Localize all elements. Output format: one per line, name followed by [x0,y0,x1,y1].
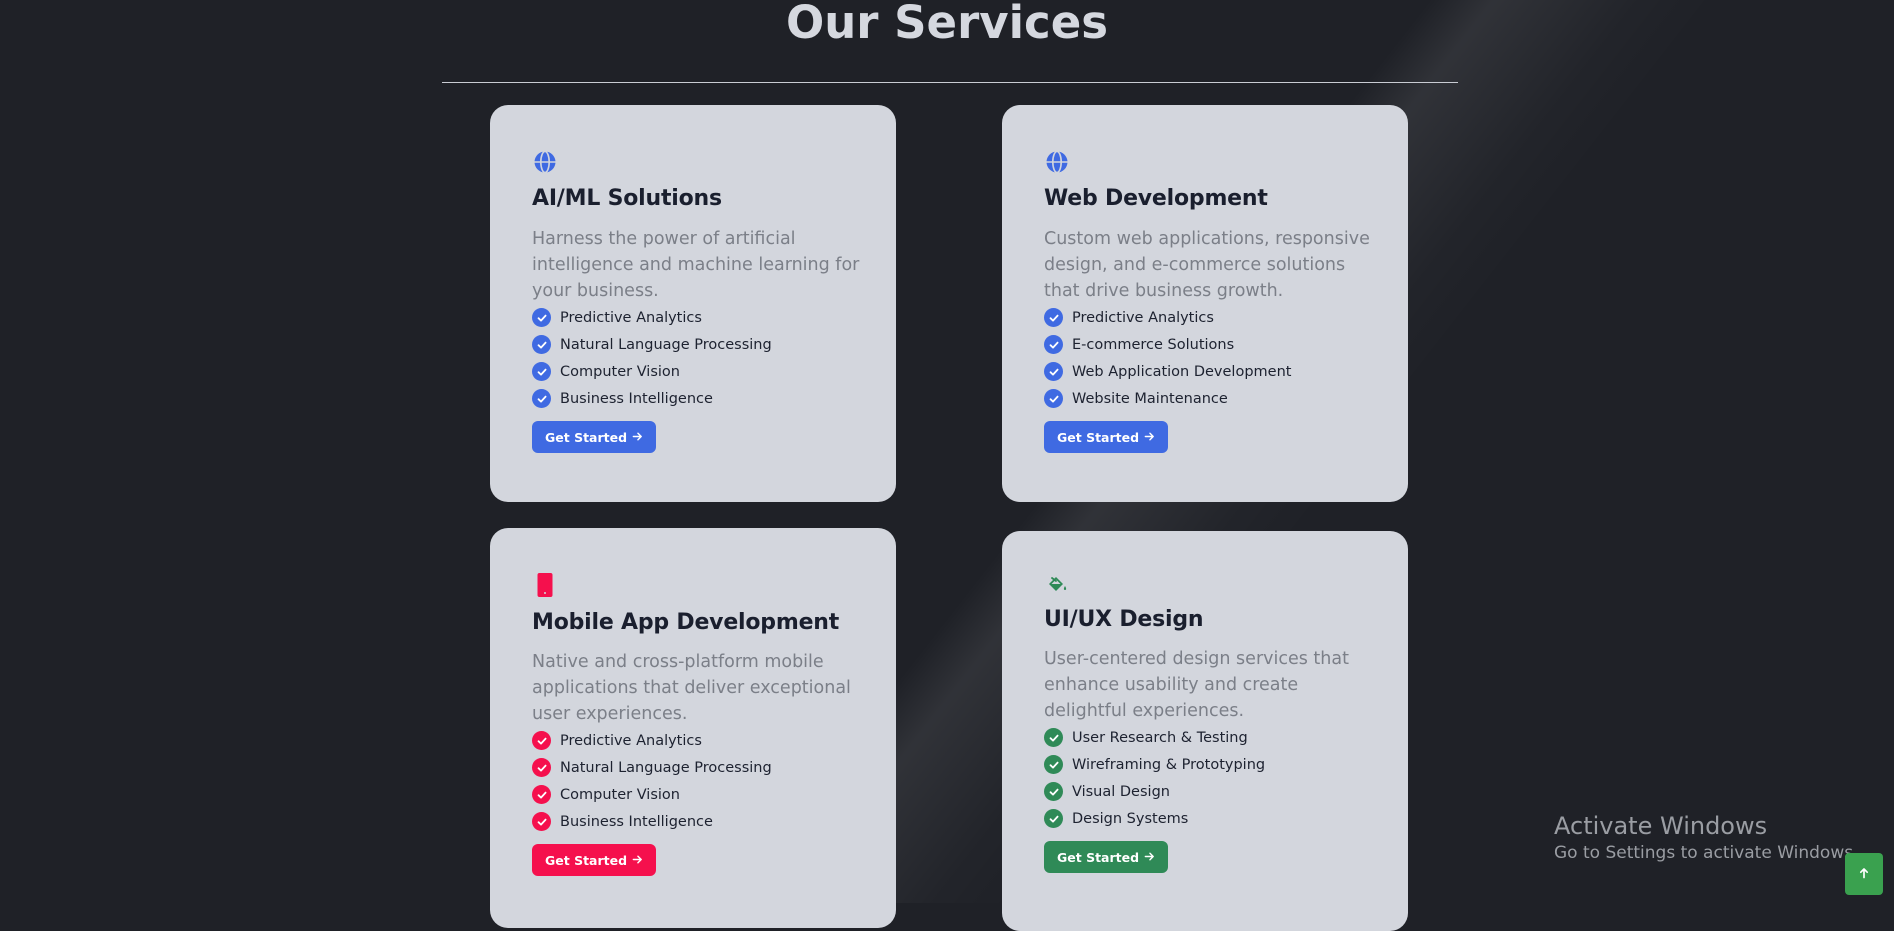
check-circle-icon [1044,308,1063,327]
list-item: Website Maintenance [1044,385,1291,412]
check-circle-icon [532,731,551,750]
card-title: AI/ML Solutions [532,186,722,211]
card-description: User-centered design services that enhan… [1044,649,1349,721]
check-circle-icon [1044,335,1063,354]
card-description: Harness the power of artificial intellig… [532,229,860,301]
check-circle-icon [1044,389,1063,408]
watermark-title: Activate Windows [1554,812,1768,840]
check-circle-icon [532,308,551,327]
arrow-right-icon [1144,850,1155,865]
list-item: Computer Vision [532,358,772,385]
list-item: Web Application Development [1044,358,1291,385]
button-label: Get Started [545,429,628,445]
title-divider [442,82,1458,83]
card-description: Native and cross-platform mobile applica… [532,652,851,724]
service-card-ai-ml: AI/ML Solutions Harness the power of art… [490,105,896,502]
feature-list: User Research & Testing Wireframing & Pr… [1044,724,1265,832]
card-title: Mobile App Development [532,610,840,635]
get-started-button[interactable]: Get Started [532,844,657,876]
feature-label: User Research & Testing [1072,729,1248,746]
get-started-button[interactable]: Get Started [532,421,657,453]
list-item: Computer Vision [532,781,772,808]
list-item: Design Systems [1044,805,1265,832]
mobile-phone-icon [532,572,558,598]
check-circle-icon [1044,782,1063,801]
check-circle-icon [1044,362,1063,381]
card-description: Custom web applications, responsive desi… [1044,229,1370,301]
list-item: Wireframing & Prototyping [1044,751,1265,778]
feature-label: Predictive Analytics [560,732,702,749]
service-card-web-development: Web Development Custom web applications,… [1002,105,1408,502]
section-title: Our Services [785,0,1108,49]
feature-label: Computer Vision [560,363,680,380]
service-card-ui-ux-design: UI/UX Design User-centered design servic… [1002,531,1408,931]
feature-label: Business Intelligence [560,390,713,407]
list-item: Predictive Analytics [532,727,772,754]
check-circle-icon [532,335,551,354]
list-item: Predictive Analytics [1044,304,1291,331]
service-card-mobile-app-development: Mobile App Development Native and cross-… [490,528,896,928]
check-circle-icon [532,362,551,381]
check-circle-icon [1044,809,1063,828]
feature-label: Wireframing & Prototyping [1072,756,1266,773]
feature-list: Predictive Analytics E-commerce Solution… [1044,304,1291,412]
background-diagonal-stripe [0,0,1894,903]
get-started-button[interactable]: Get Started [1044,421,1169,453]
feature-list: Predictive Analytics Natural Language Pr… [532,304,772,412]
check-circle-icon [1044,728,1063,747]
paint-bucket-icon [1044,573,1070,599]
list-item: Business Intelligence [532,385,772,412]
check-circle-icon [1044,755,1063,774]
button-label: Get Started [1057,849,1140,865]
scroll-to-top-button[interactable] [1845,853,1883,895]
feature-label: Predictive Analytics [1072,309,1214,326]
list-item: Natural Language Processing [532,754,772,781]
arrow-up-icon [1858,867,1870,882]
check-circle-icon [532,812,551,831]
get-started-button[interactable]: Get Started [1044,841,1169,873]
feature-label: Web Application Development [1072,363,1292,380]
list-item: E-commerce Solutions [1044,331,1291,358]
check-circle-icon [532,389,551,408]
globe-icon [1044,149,1070,175]
arrow-right-icon [632,853,643,868]
check-circle-icon [532,785,551,804]
card-title: Web Development [1044,186,1268,211]
feature-label: Website Maintenance [1072,390,1228,407]
feature-label: Natural Language Processing [560,336,772,353]
feature-label: Predictive Analytics [560,309,702,326]
windows-activation-watermark: Activate Windows Go to Settings to activ… [1554,811,1859,865]
arrow-right-icon [1144,430,1155,445]
feature-list: Predictive Analytics Natural Language Pr… [532,727,772,835]
check-circle-icon [532,758,551,777]
list-item: Predictive Analytics [532,304,772,331]
globe-icon [532,149,558,175]
feature-label: Computer Vision [560,786,680,803]
feature-label: Visual Design [1072,783,1170,800]
feature-label: Natural Language Processing [560,759,772,776]
list-item: User Research & Testing [1044,724,1265,751]
feature-label: Business Intelligence [560,813,713,830]
list-item: Natural Language Processing [532,331,772,358]
watermark-subtitle: Go to Settings to activate Windows. [1554,843,1859,863]
feature-label: Design Systems [1072,810,1189,827]
button-label: Get Started [545,852,628,868]
list-item: Visual Design [1044,778,1265,805]
feature-label: E-commerce Solutions [1072,336,1235,353]
button-label: Get Started [1057,429,1140,445]
list-item: Business Intelligence [532,808,772,835]
card-title: UI/UX Design [1044,607,1204,632]
arrow-right-icon [632,430,643,445]
